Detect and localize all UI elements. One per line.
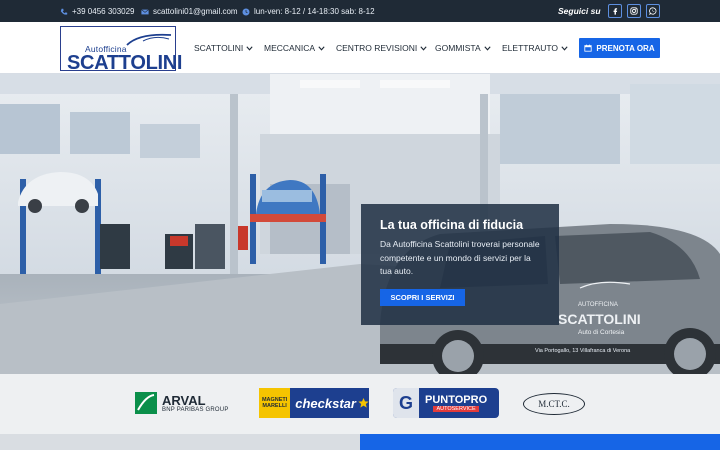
arval-mark: [135, 392, 157, 414]
top-bar: +39 0456 303029 scattolini01@gmail.com l…: [0, 0, 720, 22]
car-decal-main: SCATTOLINI: [558, 311, 641, 327]
checkstar-name: checkstar: [295, 395, 356, 411]
clock-icon: [242, 7, 250, 16]
workshop-photo: AUTOFFICINA SCATTOLINI Auto di Cortesia …: [0, 74, 720, 374]
partner-logo-mctc[interactable]: M.CT.C.: [523, 393, 585, 415]
whatsapp-link[interactable]: [646, 4, 660, 18]
facebook-icon: [613, 8, 618, 15]
nav-item-centro-revisioni[interactable]: CENTRO REVISIONI: [336, 43, 427, 53]
hero-description: Da Autofficina Scattolini troverai perso…: [380, 239, 540, 276]
nav-item-meccanica[interactable]: MECCANICA: [264, 43, 325, 53]
nav-label: ELETTRAUTO: [502, 43, 559, 53]
nav-item-gommista[interactable]: GOMMISTA: [435, 43, 491, 53]
instagram-link[interactable]: [627, 4, 641, 18]
partners-strip: ARVAL BNP PARIBAS GROUP MAGNETI MARELLI …: [0, 374, 720, 434]
instagram-icon: [630, 7, 638, 15]
hero-card: La tua officina di fiducia Da Autofficin…: [361, 204, 559, 325]
nav-label: SCATTOLINI: [194, 43, 244, 53]
arval-name: ARVAL: [162, 392, 206, 408]
mctc-name: M.CT.C.: [538, 399, 570, 409]
magneti-marelli-label: MAGNETI MARELLI: [261, 397, 288, 409]
car-decal-sub: Auto di Cortesia: [578, 329, 625, 336]
hero-section: AUTOFFICINA SCATTOLINI Auto di Cortesia …: [0, 74, 720, 374]
site-logo[interactable]: Autofficina Scattolini: [60, 26, 182, 74]
arval-sub: BNP PARIBAS GROUP: [162, 406, 229, 413]
email-address: scattolini01@gmail.com: [153, 7, 238, 16]
nav-label: CENTRO REVISIONI: [336, 43, 418, 53]
nav-item-elettrauto[interactable]: ELETTRAUTO: [502, 43, 568, 53]
phone-number: +39 0456 303029: [72, 7, 135, 16]
puntopro-badge: G: [398, 392, 413, 413]
nav-item-scattolini[interactable]: SCATTOLINI: [194, 43, 253, 53]
star-icon: [358, 397, 369, 408]
phone-contact[interactable]: +39 0456 303029: [60, 7, 135, 16]
car-decal-address: Via Portogallo, 13 Villafranca di Verona: [535, 348, 631, 354]
partner-logo-arval[interactable]: ARVAL BNP PARIBAS GROUP: [135, 388, 237, 418]
envelope-icon: [141, 8, 149, 14]
logo-car-swoosh: [126, 33, 172, 46]
chevron-down-icon: [246, 45, 253, 51]
next-section-right: [360, 434, 720, 450]
puntopro-name: PUNTOPRO: [425, 394, 488, 406]
nav-label: MECCANICA: [264, 43, 316, 53]
follow-label: Seguici su: [558, 6, 601, 16]
phone-icon: [60, 8, 68, 15]
puntopro-sub: AUTOSERVICE: [433, 406, 479, 412]
calendar-icon: [584, 44, 592, 52]
chevron-down-icon: [318, 45, 325, 51]
opening-hours: lun-ven: 8-12 / 14-18:30 sab: 8-12: [242, 7, 375, 16]
hero-title: La tua officina di fiducia: [380, 218, 524, 232]
partner-logo-puntopro[interactable]: G PUNTOPRO AUTOSERVICE: [393, 388, 499, 418]
next-section-left: [0, 434, 360, 450]
facebook-link[interactable]: [608, 4, 622, 18]
partner-logo-checkstar[interactable]: MAGNETI MARELLI checkstar: [259, 388, 369, 418]
car-decal-top: AUTOFFICINA: [578, 302, 618, 308]
nav-label: GOMMISTA: [435, 43, 481, 53]
book-now-label: PRENOTA ORA: [596, 43, 655, 53]
book-now-button[interactable]: PRENOTA ORA: [579, 38, 660, 58]
whatsapp-icon: [649, 7, 657, 15]
logo-title: Scattolini: [67, 52, 183, 74]
chevron-down-icon: [420, 45, 427, 51]
discover-services-button[interactable]: SCOPRI I SERVIZI: [380, 289, 465, 306]
chevron-down-icon: [484, 45, 491, 51]
chevron-down-icon: [561, 45, 568, 51]
hours-text: lun-ven: 8-12 / 14-18:30 sab: 8-12: [254, 7, 375, 16]
email-contact[interactable]: scattolini01@gmail.com: [141, 7, 238, 16]
